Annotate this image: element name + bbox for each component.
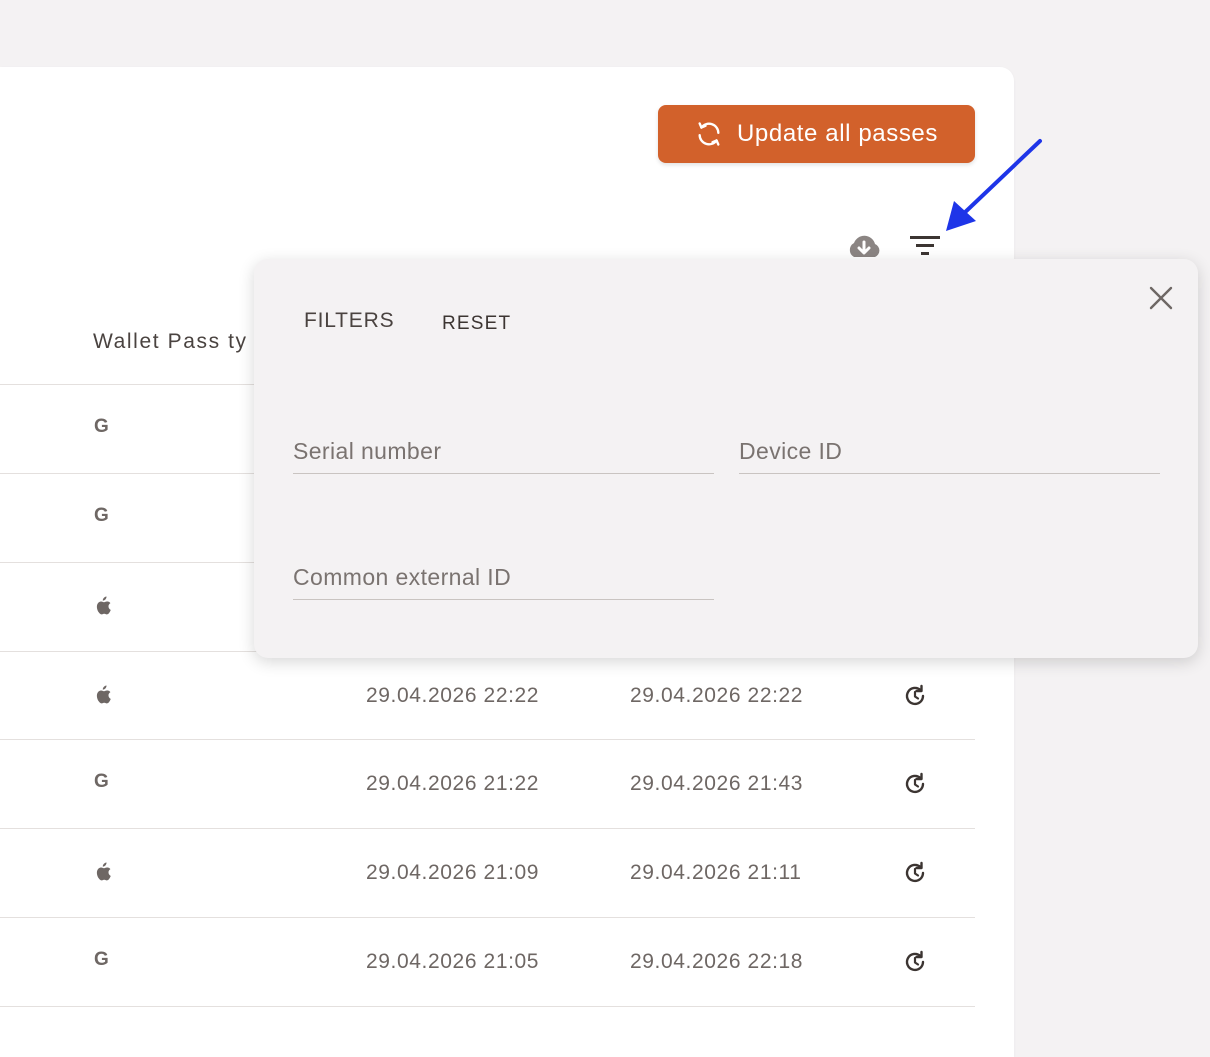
svg-text:G: G xyxy=(94,416,109,437)
history-icon[interactable] xyxy=(902,860,928,886)
google-wallet-icon: G xyxy=(93,504,113,526)
svg-text:G: G xyxy=(94,505,109,526)
history-icon[interactable] xyxy=(902,771,928,797)
filter-panel: FILTERS RESET xyxy=(254,259,1198,658)
table-divider xyxy=(0,1006,975,1007)
device-id-input[interactable] xyxy=(739,430,1160,473)
table-row[interactable]: G 29.04.2026 21:05 29.04.2026 22:18 xyxy=(0,917,975,1006)
created-date: 29.04.2026 21:05 xyxy=(366,950,540,973)
history-icon[interactable] xyxy=(902,949,928,975)
close-icon[interactable] xyxy=(1148,285,1174,311)
filters-title: FILTERS xyxy=(304,309,395,332)
svg-text:G: G xyxy=(94,771,109,792)
common-external-id-input[interactable] xyxy=(293,556,714,599)
table-row[interactable]: 29.04.2026 21:09 29.04.2026 21:11 xyxy=(0,828,975,917)
common-external-id-field xyxy=(293,556,714,600)
updated-date: 29.04.2026 21:11 xyxy=(630,861,802,884)
table-row[interactable]: 29.04.2026 22:22 29.04.2026 22:22 xyxy=(0,651,975,740)
google-wallet-icon: G xyxy=(93,770,113,792)
history-icon[interactable] xyxy=(902,683,928,709)
serial-number-field xyxy=(293,430,714,474)
created-date: 29.04.2026 21:09 xyxy=(366,861,540,884)
apple-wallet-icon xyxy=(93,682,113,704)
google-wallet-icon: G xyxy=(93,948,113,970)
cloud-download-icon[interactable] xyxy=(845,232,883,262)
created-date: 29.04.2026 22:22 xyxy=(366,684,540,707)
svg-text:G: G xyxy=(94,949,109,970)
apple-wallet-icon xyxy=(93,593,113,615)
reset-button[interactable]: RESET xyxy=(442,313,511,335)
device-id-field xyxy=(739,430,1160,474)
created-date: 29.04.2026 21:22 xyxy=(366,772,540,795)
updated-date: 29.04.2026 22:18 xyxy=(630,950,804,973)
refresh-icon xyxy=(698,122,720,146)
update-all-passes-button[interactable]: Update all passes xyxy=(658,105,975,163)
google-wallet-icon: G xyxy=(93,415,113,437)
update-all-passes-label: Update all passes xyxy=(737,120,938,147)
updated-date: 29.04.2026 21:43 xyxy=(630,772,804,795)
table-row[interactable]: G 29.04.2026 21:22 29.04.2026 21:43 xyxy=(0,739,975,828)
apple-wallet-icon xyxy=(93,859,113,881)
updated-date: 29.04.2026 22:22 xyxy=(630,684,804,707)
filter-icon[interactable] xyxy=(908,232,942,260)
column-header-wallet-pass-type[interactable]: Wallet Pass ty xyxy=(93,330,255,354)
serial-number-input[interactable] xyxy=(293,430,714,473)
